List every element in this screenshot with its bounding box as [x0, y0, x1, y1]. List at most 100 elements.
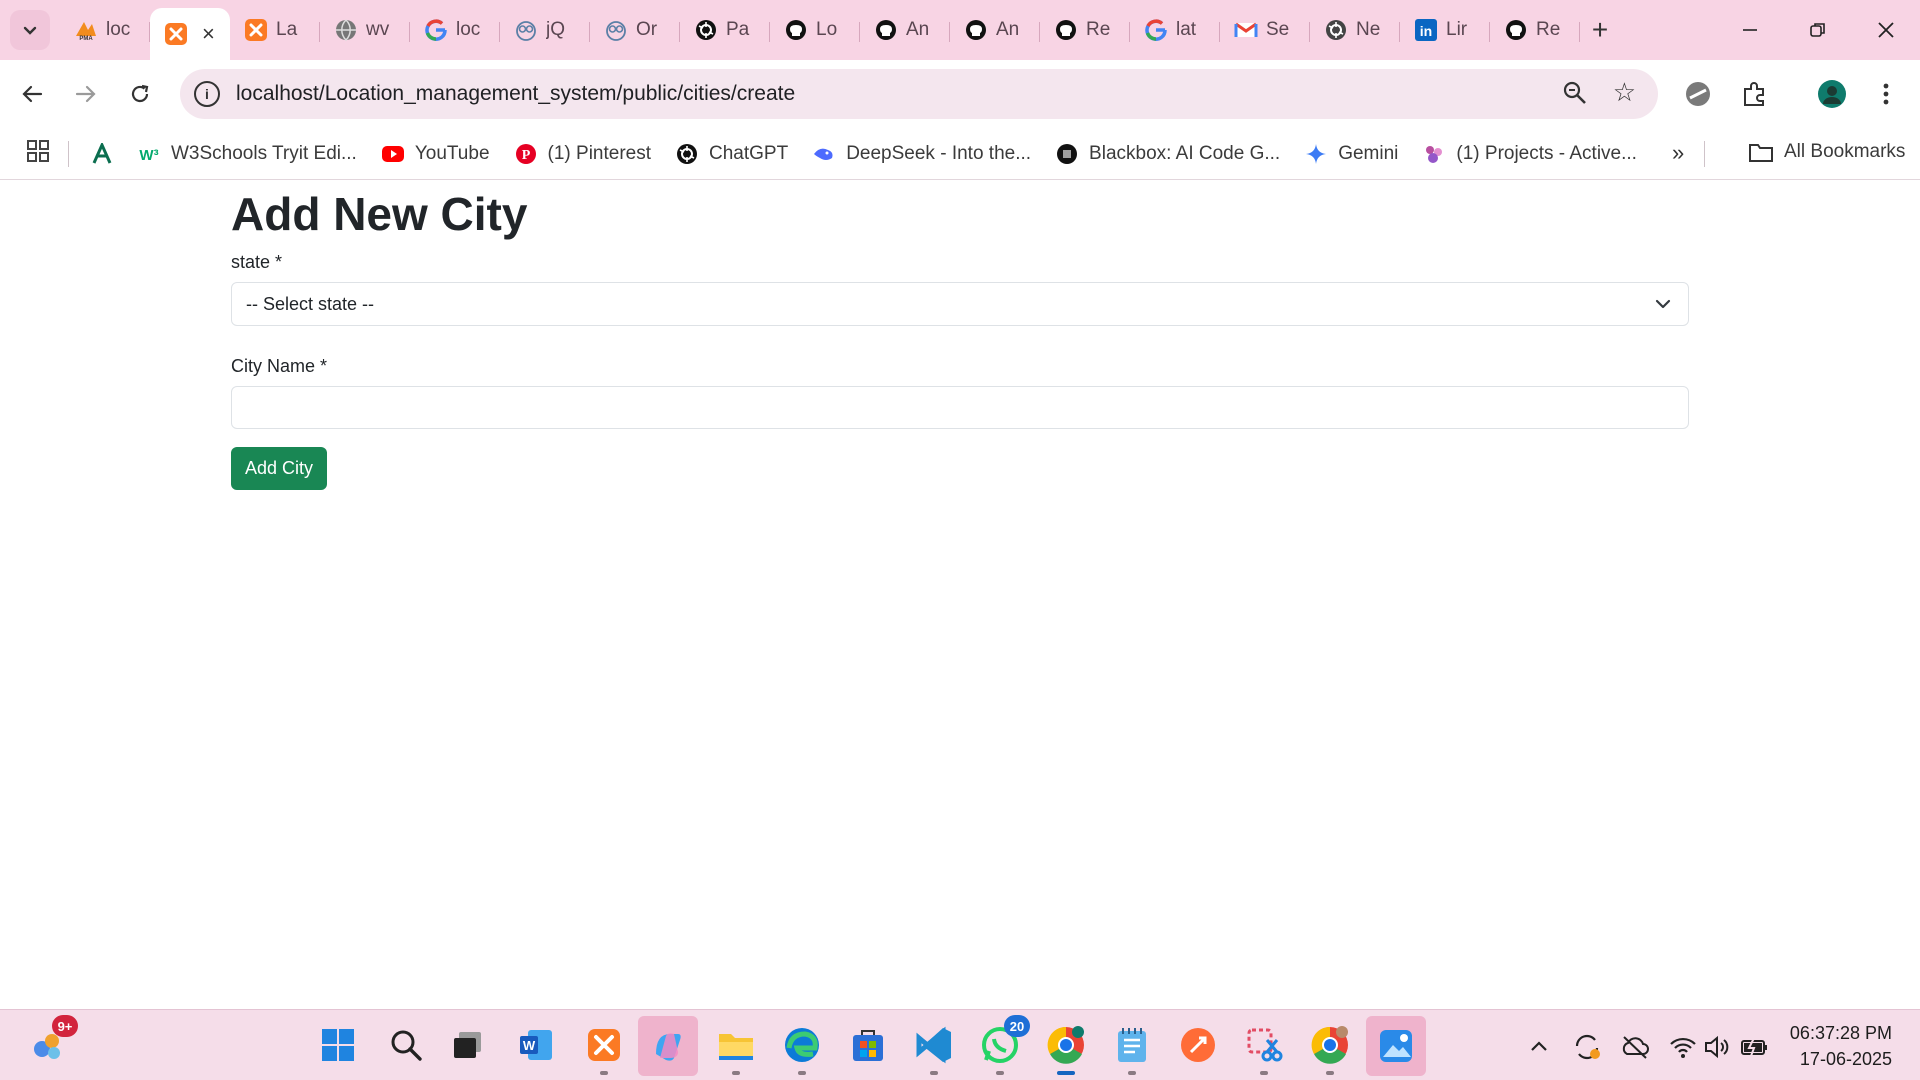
bookmarks-bar: W³ W3Schools Tryit Edi... YouTube P (1) Pint…	[0, 128, 1920, 180]
system-clock[interactable]: 06:37:28 PM 17-06-2025	[1790, 1020, 1892, 1072]
browser-tab[interactable]: An	[950, 8, 1040, 52]
show-hidden-icons-button[interactable]	[1524, 1032, 1554, 1062]
start-button[interactable]	[316, 1023, 360, 1067]
search-button[interactable]	[384, 1023, 428, 1067]
bookmark-item[interactable]: DeepSeek - Into the...	[812, 142, 1031, 166]
github-icon	[1056, 20, 1076, 40]
browser-tab[interactable]: wv	[320, 8, 410, 52]
browser-tab[interactable]: PMA loc	[60, 8, 150, 52]
bookmark-item[interactable]: P (1) Pinterest	[514, 142, 651, 166]
owl-icon	[606, 21, 626, 41]
profile-avatar[interactable]	[1812, 74, 1852, 114]
reload-icon	[131, 84, 149, 103]
tab-title: Re	[1536, 19, 1561, 40]
city-name-input[interactable]	[231, 386, 1689, 430]
bookmark-star-icon[interactable]: ☆	[1613, 77, 1636, 108]
tab-active[interactable]: ×	[150, 8, 230, 60]
back-button[interactable]	[12, 74, 52, 114]
bookmark-logo[interactable]	[91, 142, 113, 165]
state-label: state *	[231, 252, 283, 273]
browser-tab[interactable]: Lo	[770, 8, 860, 52]
tab-title: loc	[106, 19, 131, 40]
word-icon: W	[520, 1030, 552, 1060]
address-bar[interactable]: i localhost/Location_management_system/p…	[180, 69, 1658, 119]
wifi-tray-button[interactable]	[1668, 1032, 1698, 1062]
zoom-icon[interactable]	[1562, 80, 1588, 106]
reload-button[interactable]	[120, 74, 160, 114]
bookmark-item[interactable]: ChatGPT	[675, 142, 788, 166]
new-tab-button[interactable]: +	[1580, 8, 1620, 52]
bookmark-item[interactable]: Gemini	[1304, 142, 1398, 166]
site-info-icon[interactable]: i	[194, 81, 220, 107]
tab-title: loc	[456, 19, 481, 40]
copilot-app[interactable]	[638, 1016, 698, 1076]
chatgpt-icon	[696, 20, 716, 40]
vscode-app[interactable]	[912, 1023, 956, 1075]
all-bookmarks-button[interactable]: All Bookmarks	[1748, 141, 1905, 163]
notepad-app[interactable]	[1110, 1023, 1154, 1075]
close-window-button[interactable]	[1852, 0, 1920, 60]
store-app[interactable]	[846, 1023, 890, 1067]
add-city-button[interactable]: Add City	[231, 447, 328, 491]
youtube-icon	[381, 145, 404, 162]
xampp-app[interactable]	[582, 1023, 626, 1075]
bookmark-item[interactable]: (1) Projects - Active...	[1422, 142, 1637, 166]
minimize-button[interactable]	[1716, 0, 1784, 60]
browser-tab[interactable]: Pa	[680, 8, 770, 52]
whatsapp-app[interactable]: 20	[978, 1015, 1030, 1075]
browser-tab[interactable]: Re	[1040, 8, 1130, 52]
sync-icon	[1575, 1034, 1600, 1060]
battery-charging-icon	[1741, 1037, 1767, 1057]
word-app[interactable]: W	[514, 1023, 558, 1067]
browser-tab[interactable]: loc	[410, 8, 500, 52]
more-bookmarks-icon[interactable]: »	[1672, 140, 1684, 166]
tab-title: Ne	[1356, 19, 1381, 40]
menu-button[interactable]	[1866, 74, 1906, 114]
tab-title: Lir	[1446, 19, 1468, 40]
deepseek-icon	[814, 148, 833, 160]
profile-sync-button[interactable]	[1678, 74, 1718, 114]
bookmark-label: YouTube	[414, 142, 490, 164]
close-tab-icon[interactable]: ×	[202, 21, 215, 47]
file-explorer-app[interactable]	[714, 1023, 758, 1075]
browser-tab[interactable]: in Lir	[1400, 8, 1490, 52]
browser-tab[interactable]: La	[230, 8, 320, 52]
onedrive-tray-button[interactable]	[1620, 1032, 1650, 1062]
apps-button[interactable]	[26, 139, 50, 168]
tab-search-button[interactable]	[10, 10, 50, 50]
browser-tab[interactable]: An	[860, 8, 950, 52]
bookmark-item[interactable]: W³ W3Schools Tryit Edi...	[137, 142, 356, 166]
bookmark-item[interactable]: Blackbox: AI Code G...	[1055, 142, 1280, 166]
photos-app[interactable]	[1366, 1016, 1426, 1076]
forward-button[interactable]	[66, 74, 106, 114]
chrome-icon	[1311, 1026, 1348, 1064]
bookmark-label: Gemini	[1338, 142, 1399, 164]
folder-icon	[719, 1034, 753, 1060]
gmail-icon	[1234, 22, 1258, 37]
volume-tray-button[interactable]	[1702, 1032, 1732, 1062]
postman-app[interactable]	[1176, 1023, 1220, 1067]
task-view-button[interactable]	[446, 1023, 490, 1067]
edge-icon	[785, 1028, 819, 1062]
browser-tab[interactable]: jQ	[500, 8, 590, 52]
whatsapp-badge: 20	[1004, 1015, 1030, 1037]
restore-button[interactable]	[1784, 0, 1852, 60]
extensions-button[interactable]	[1734, 74, 1774, 114]
widgets-button[interactable]: 9+	[26, 1015, 78, 1067]
edge-app[interactable]	[780, 1023, 824, 1075]
tab-title: lat	[1176, 19, 1197, 40]
bookmark-item[interactable]: YouTube	[381, 142, 490, 166]
browser-tab[interactable]: Re	[1490, 8, 1580, 52]
state-select[interactable]: -- Select state --	[231, 282, 1689, 327]
battery-tray-button[interactable]	[1740, 1032, 1770, 1062]
search-icon	[391, 1030, 422, 1061]
url-text: localhost/Location_management_system/pub…	[236, 82, 796, 105]
browser-tab[interactable]: Se	[1220, 8, 1310, 52]
chrome-profile-app[interactable]	[1308, 1023, 1352, 1075]
browser-tab[interactable]: Or	[590, 8, 680, 52]
sync-tray-button[interactable]	[1572, 1032, 1602, 1062]
snipping-tool-app[interactable]	[1242, 1023, 1286, 1075]
browser-tab[interactable]: Ne	[1310, 8, 1400, 52]
browser-tab[interactable]: lat	[1130, 8, 1220, 52]
chrome-app[interactable]	[1044, 1023, 1088, 1075]
